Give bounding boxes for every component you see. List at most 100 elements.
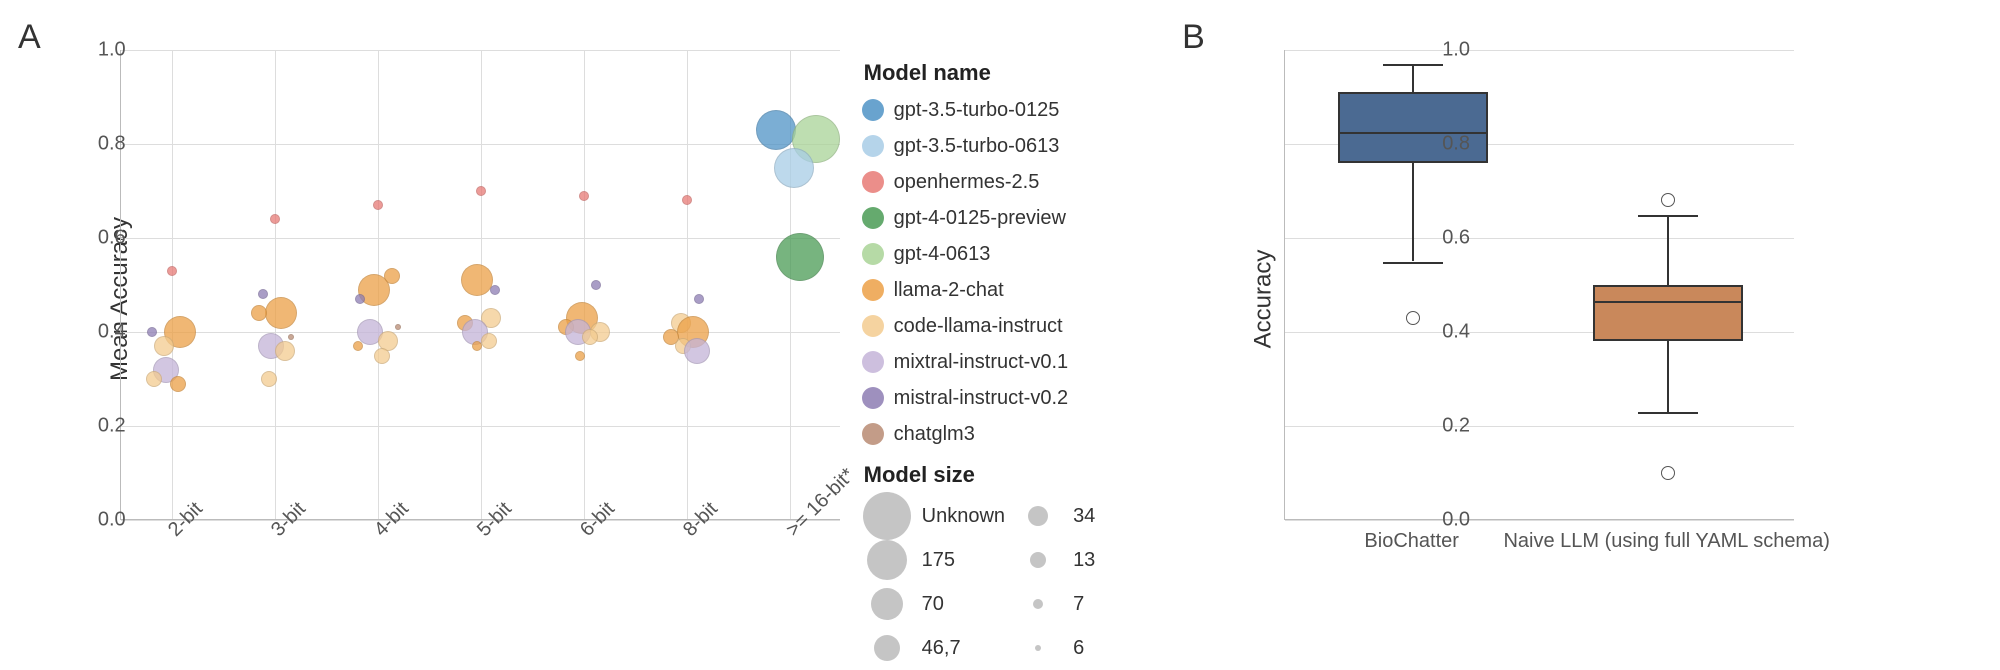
y-tick: 0.0 xyxy=(1370,509,1470,532)
legend-size-bubble xyxy=(867,540,907,580)
legend-color-item: mistral-instruct-v0.2 xyxy=(862,380,1155,416)
data-point xyxy=(490,285,500,295)
legend-label: mistral-instruct-v0.2 xyxy=(894,387,1068,410)
legend: Model name gpt-3.5-turbo-0125gpt-3.5-tur… xyxy=(856,10,1155,630)
legend-label: mixtral-instruct-v0.1 xyxy=(894,351,1068,374)
legend-swatch xyxy=(862,171,884,193)
legend-size-bubble xyxy=(871,588,903,620)
data-point xyxy=(575,351,585,361)
outlier xyxy=(1661,466,1675,480)
data-point xyxy=(776,233,824,281)
legend-size-bubble xyxy=(1028,506,1048,526)
data-point xyxy=(288,334,294,340)
legend-color-item: llama-2-chat xyxy=(862,272,1155,308)
legend-size-title: Model size xyxy=(864,462,1155,488)
legend-swatch xyxy=(862,387,884,409)
legend-label: code-llama-instruct xyxy=(894,315,1063,338)
legend-swatch xyxy=(862,351,884,373)
legend-size-bubble xyxy=(874,635,900,661)
data-point xyxy=(261,371,277,387)
panel-b-plot xyxy=(1284,50,1794,520)
data-point xyxy=(147,327,157,337)
data-point xyxy=(146,371,162,387)
data-point xyxy=(355,294,365,304)
legend-label: gpt-3.5-turbo-0613 xyxy=(894,135,1060,158)
legend-color-item: code-llama-instruct xyxy=(862,308,1155,344)
y-tick: 0.0 xyxy=(26,509,126,532)
legend-color-item: gpt-4-0613 xyxy=(862,236,1155,272)
data-point xyxy=(167,266,177,276)
figure: A Mean Accuracy 0.00.20.40.60.81.02-bit3… xyxy=(0,0,2000,632)
data-point xyxy=(170,376,186,392)
legend-size-label: 70 xyxy=(922,593,944,616)
legend-size-item: 34 xyxy=(1013,494,1154,538)
data-point xyxy=(591,280,601,290)
legend-swatch xyxy=(862,279,884,301)
legend-size-item: 175 xyxy=(862,538,1005,582)
legend-size-label: 34 xyxy=(1073,505,1095,528)
legend-color-item: gpt-3.5-turbo-0613 xyxy=(862,128,1155,164)
legend-color-title: Model name xyxy=(864,60,1155,86)
x-tick: BioChatter xyxy=(1364,530,1459,553)
data-point xyxy=(395,324,401,330)
legend-size-item: 6 xyxy=(1013,626,1154,670)
legend-swatch xyxy=(862,135,884,157)
legend-size-label: Unknown xyxy=(922,505,1005,528)
legend-swatch xyxy=(862,207,884,229)
y-tick: 0.2 xyxy=(26,415,126,438)
legend-size-bubble xyxy=(1033,599,1043,609)
legend-label: openhermes-2.5 xyxy=(894,171,1040,194)
data-point xyxy=(265,297,297,329)
legend-size-item: 46,7 xyxy=(862,626,1005,670)
data-point xyxy=(682,195,692,205)
data-point xyxy=(684,338,710,364)
legend-label: chatglm3 xyxy=(894,423,975,446)
data-point xyxy=(476,186,486,196)
data-point xyxy=(154,336,174,356)
y-tick: 0.8 xyxy=(1370,133,1470,156)
data-point xyxy=(756,110,796,150)
y-tick: 0.4 xyxy=(26,321,126,344)
y-tick: 0.2 xyxy=(1370,415,1470,438)
legend-size-label: 13 xyxy=(1073,549,1095,572)
legend-size-item: Unknown xyxy=(862,494,1005,538)
panel-a: A Mean Accuracy 0.00.20.40.60.81.02-bit3… xyxy=(10,10,856,630)
outlier xyxy=(1661,193,1675,207)
data-point xyxy=(353,341,363,351)
y-tick: 1.0 xyxy=(26,39,126,62)
data-point xyxy=(258,289,268,299)
legend-color-item: gpt-3.5-turbo-0125 xyxy=(862,92,1155,128)
data-point xyxy=(582,329,598,345)
data-point xyxy=(251,305,267,321)
data-point xyxy=(694,294,704,304)
y-tick: 0.6 xyxy=(26,227,126,250)
panel-b: B Accuracy 0.00.20.40.60.81.0BioChatterN… xyxy=(1174,10,1990,630)
legend-color-item: mixtral-instruct-v0.1 xyxy=(862,344,1155,380)
legend-size-item: 7 xyxy=(1013,582,1154,626)
data-point xyxy=(579,191,589,201)
panel-b-ylabel: Accuracy xyxy=(1250,250,1278,349)
legend-color-entries: gpt-3.5-turbo-0125 gpt-3.5-turbo-0613 open… xyxy=(862,92,1155,452)
data-point xyxy=(275,341,295,361)
legend-size-bubble xyxy=(1030,552,1046,568)
data-point xyxy=(373,200,383,210)
legend-swatch xyxy=(862,243,884,265)
panel-a-plot xyxy=(120,50,840,520)
legend-color-item: openhermes-2.5 xyxy=(862,164,1155,200)
data-point xyxy=(270,214,280,224)
data-point xyxy=(461,264,493,296)
legend-label: gpt-3.5-turbo-0125 xyxy=(894,99,1060,122)
legend-size-label: 175 xyxy=(922,549,955,572)
legend-size-bubble xyxy=(863,492,911,540)
data-point xyxy=(472,341,482,351)
legend-size-bubble xyxy=(1035,645,1041,651)
legend-color-item: chatglm3 xyxy=(862,416,1155,452)
legend-swatch xyxy=(862,99,884,121)
legend-size-label: 7 xyxy=(1073,593,1084,616)
y-tick: 0.8 xyxy=(26,133,126,156)
data-point xyxy=(774,148,814,188)
y-tick: 0.6 xyxy=(1370,227,1470,250)
legend-size-entries: Unknown 34 175 13 70 7 46,7 6 xyxy=(862,494,1155,670)
legend-color-item: gpt-4-0125-preview xyxy=(862,200,1155,236)
legend-size-label: 46,7 xyxy=(922,637,961,660)
